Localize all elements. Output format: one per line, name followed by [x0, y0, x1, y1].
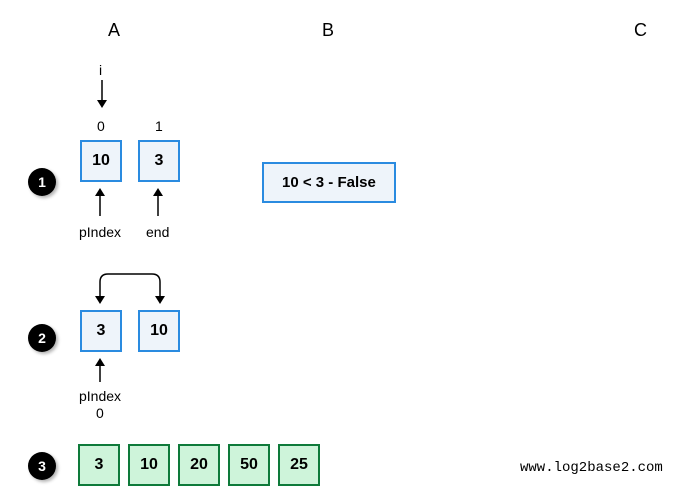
step2-cell-0: 3 — [80, 310, 122, 352]
col-b-label: B — [322, 20, 334, 41]
pindex-label-1: pIndex — [79, 224, 121, 240]
col-c-label: C — [634, 20, 647, 41]
step3-cell-4: 25 — [278, 444, 320, 486]
step3-cell-0: 3 — [78, 444, 120, 486]
index-1-label: 1 — [155, 118, 163, 134]
arrow-down-icon — [96, 80, 108, 110]
step3-cell-1: 10 — [128, 444, 170, 486]
step1-cell-0: 10 — [80, 140, 122, 182]
condition-box: 10 < 3 - False — [262, 162, 396, 203]
arrow-up-icon — [152, 188, 164, 218]
watermark: www.log2base2.com — [520, 460, 663, 476]
step1-cell-1: 3 — [138, 140, 180, 182]
step-badge-3: 3 — [28, 452, 56, 480]
step-badge-2: 2 — [28, 324, 56, 352]
index-0-label: 0 — [97, 118, 105, 134]
step2-cell-1: 10 — [138, 310, 180, 352]
pindex-value-2: 0 — [96, 405, 104, 421]
step3-cell-2: 20 — [178, 444, 220, 486]
arrow-up-icon — [94, 358, 106, 384]
col-a-label: A — [108, 20, 120, 41]
i-label: i — [99, 62, 102, 78]
arrow-up-icon — [94, 188, 106, 218]
swap-arc-icon — [86, 270, 174, 306]
step3-cell-3: 50 — [228, 444, 270, 486]
step-badge-1: 1 — [28, 168, 56, 196]
end-label: end — [146, 224, 169, 240]
pindex-label-2: pIndex — [79, 388, 121, 404]
